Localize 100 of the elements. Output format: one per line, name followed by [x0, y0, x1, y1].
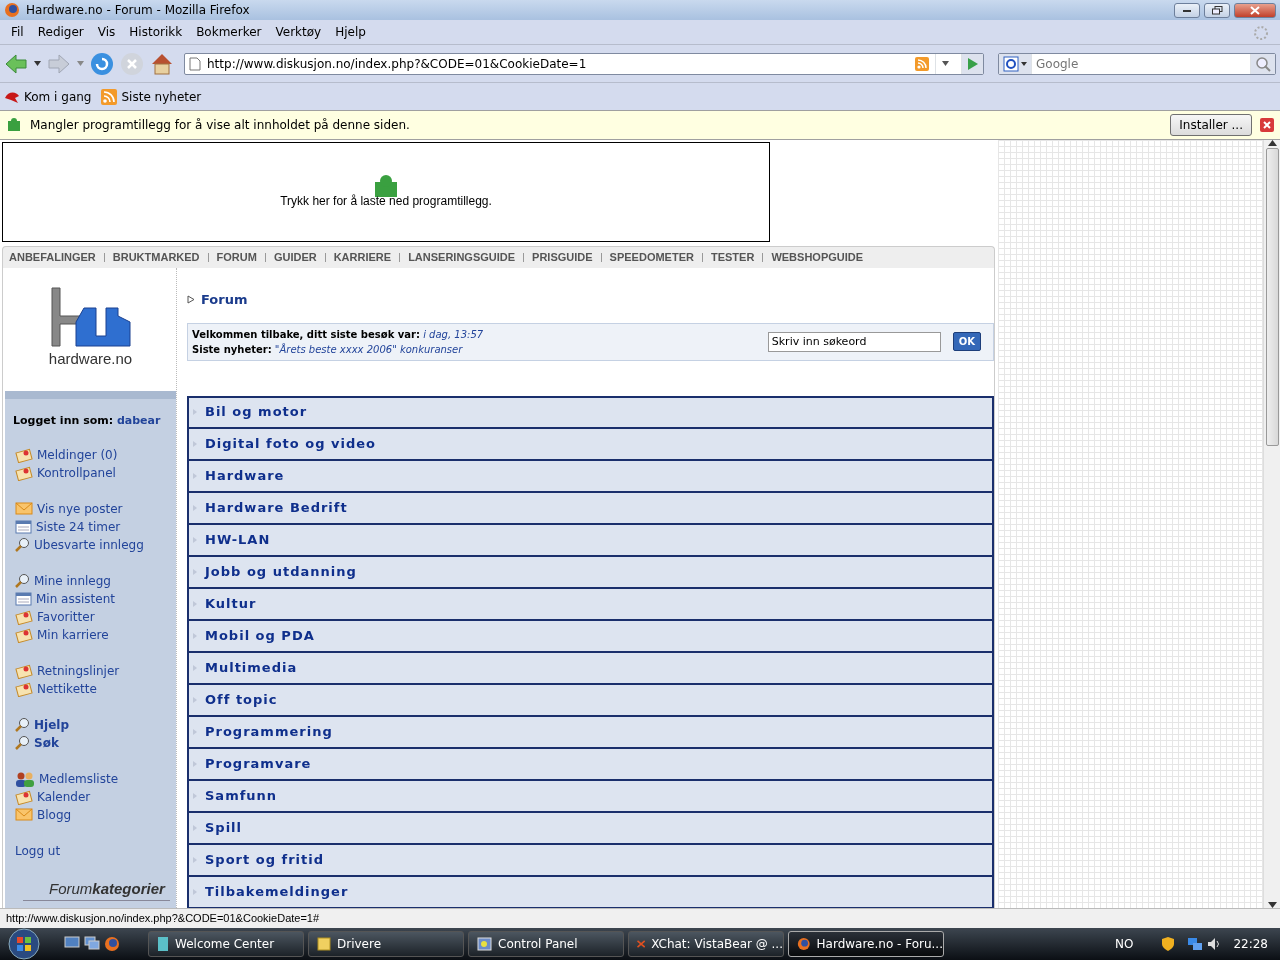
- taskbar-button[interactable]: Hardware.no - Foru...: [788, 931, 944, 957]
- sidebar-link[interactable]: Blogg: [37, 805, 72, 824]
- close-button[interactable]: [1234, 2, 1276, 18]
- bookmark-link[interactable]: Siste nyheter: [121, 87, 202, 106]
- category-row[interactable]: Jobb og utdanning: [187, 556, 994, 589]
- sidebar-link[interactable]: Hjelp: [34, 715, 69, 734]
- nav-link[interactable]: KARRIERE: [333, 249, 392, 266]
- reload-icon[interactable]: [90, 51, 114, 76]
- switch-windows-icon[interactable]: [84, 936, 100, 950]
- sidebar-link[interactable]: Søk: [34, 733, 59, 752]
- category-row[interactable]: Off topic: [187, 684, 994, 717]
- shield-icon[interactable]: [1161, 936, 1176, 952]
- dropdown-icon[interactable]: [34, 61, 41, 66]
- category-title[interactable]: Bil og motor: [205, 402, 308, 422]
- plugin-placeholder[interactable]: Trykk her for å laste ned programtillegg.: [2, 142, 770, 242]
- category-row[interactable]: Hardware Bedrift: [187, 492, 994, 525]
- sidebar-link[interactable]: Mine innlegg: [34, 571, 111, 590]
- nav-link[interactable]: ANBEFALINGER: [9, 249, 96, 266]
- ok-button[interactable]: OK: [952, 332, 981, 351]
- sidebar-link[interactable]: Kalender: [37, 787, 91, 806]
- menu-item[interactable]: Fil: [4, 23, 31, 41]
- category-row[interactable]: Samfunn: [187, 780, 994, 813]
- category-row[interactable]: Programmering: [187, 716, 994, 749]
- keyword-field[interactable]: Skriv inn søkeord: [767, 331, 941, 352]
- category-title[interactable]: Sport og fritid: [205, 849, 324, 870]
- nav-link[interactable]: PRISGUIDE: [532, 249, 593, 266]
- category-title[interactable]: Hardware Bedrift: [205, 497, 348, 518]
- back-icon[interactable]: [4, 52, 28, 75]
- category-row[interactable]: Mobil og PDA: [187, 620, 994, 653]
- menu-item[interactable]: Vis: [90, 23, 123, 41]
- sidebar-link[interactable]: Min karriere: [37, 625, 109, 644]
- taskbar-button[interactable]: Welcome Center: [148, 931, 304, 957]
- category-title[interactable]: Programmering: [205, 721, 333, 742]
- category-row[interactable]: Multimedia: [187, 652, 994, 685]
- news-label: Siste nyheter:: [192, 343, 272, 355]
- breadcrumb-link[interactable]: Forum: [201, 290, 248, 310]
- username-link[interactable]: dabear: [116, 414, 161, 427]
- sidebar-link[interactable]: Ubesvarte innlegg: [34, 535, 144, 554]
- nav-link[interactable]: FORUM: [216, 249, 257, 266]
- address-bar[interactable]: http://www.diskusjon.no/index.php?&CODE=01&CookieDate=1: [184, 52, 984, 75]
- nav-link[interactable]: LANSERINGSGUIDE: [408, 249, 516, 266]
- sidebar-link[interactable]: Min assistent: [36, 589, 115, 608]
- taskbar-button[interactable]: Control Panel: [468, 931, 624, 957]
- category-row[interactable]: Hardware: [187, 460, 994, 493]
- desktop-icon[interactable]: [64, 936, 80, 950]
- scrollbar[interactable]: [1263, 140, 1280, 908]
- network-icon[interactable]: [1187, 937, 1204, 951]
- category-row[interactable]: Bil og motor: [187, 395, 994, 429]
- sidebar-link[interactable]: Logg ut: [15, 841, 61, 860]
- menu-item[interactable]: Bokmerker: [189, 23, 269, 41]
- news-link[interactable]: "Årets beste xxxx 2006" konkuranser: [274, 343, 463, 355]
- category-row[interactable]: Programvare: [187, 748, 994, 781]
- nav-link[interactable]: WEBSHOPGUIDE: [771, 249, 864, 266]
- category-title[interactable]: Spill: [205, 817, 243, 838]
- sidebar-link[interactable]: Medlemsliste: [39, 769, 119, 788]
- category-row[interactable]: Kultur: [187, 588, 994, 621]
- category-row[interactable]: Sport og fritid: [187, 844, 994, 877]
- taskbar-button[interactable]: Drivere: [308, 931, 464, 957]
- sidebar-link[interactable]: Siste 24 timer: [36, 517, 121, 536]
- sidebar-link[interactable]: Kontrollpanel: [37, 463, 116, 482]
- category-title[interactable]: Kultur: [205, 593, 257, 614]
- category-row[interactable]: Tilbakemeldinger: [187, 876, 994, 908]
- volume-icon[interactable]: [1207, 937, 1222, 951]
- menu-item[interactable]: Verktøy: [268, 23, 329, 41]
- restore-button[interactable]: [1204, 2, 1230, 18]
- category-row[interactable]: Spill: [187, 812, 994, 845]
- taskbar-button[interactable]: XChat: VistaBear @ ...: [628, 931, 784, 957]
- minimize-button[interactable]: [1174, 2, 1200, 18]
- category-title[interactable]: Hardware: [205, 465, 285, 486]
- sidebar-link[interactable]: Retningslinjer: [37, 661, 120, 680]
- category-title[interactable]: HW-LAN: [205, 529, 271, 550]
- category-title[interactable]: Programvare: [205, 753, 312, 774]
- menu-item[interactable]: Hjelp: [328, 23, 373, 41]
- bookmark-link[interactable]: Kom i gang: [24, 87, 92, 106]
- category-title[interactable]: Off topic: [205, 689, 278, 710]
- nav-link[interactable]: SPEEDOMETER: [609, 249, 694, 266]
- close-icon[interactable]: [1260, 118, 1274, 132]
- sidebar-link[interactable]: Nettikette: [37, 679, 97, 698]
- install-button[interactable]: Installer ...: [1170, 114, 1252, 136]
- category-title[interactable]: Multimedia: [205, 657, 298, 678]
- sidebar-link[interactable]: Favoritter: [37, 607, 95, 626]
- category-title[interactable]: Tilbakemeldinger: [205, 881, 349, 902]
- home-icon[interactable]: [150, 51, 174, 76]
- search-field[interactable]: Google: [998, 52, 1276, 75]
- nav-link[interactable]: GUIDER: [273, 249, 317, 266]
- category-title[interactable]: Digital foto og video: [205, 433, 376, 454]
- sidebar-link[interactable]: Meldinger (0): [37, 445, 118, 464]
- menu-item[interactable]: Historikk: [122, 23, 190, 41]
- category-row[interactable]: Digital foto og video: [187, 428, 994, 461]
- category-title[interactable]: Mobil og PDA: [205, 625, 315, 646]
- sidebar-link[interactable]: Vis nye poster: [37, 499, 123, 518]
- nav-link[interactable]: BRUKTMARKED: [112, 249, 200, 266]
- category-title[interactable]: Jobb og utdanning: [205, 561, 357, 582]
- menu-item[interactable]: Rediger: [30, 23, 91, 41]
- firefox-icon[interactable]: [104, 936, 120, 952]
- language-indicator[interactable]: NO: [1115, 935, 1134, 953]
- category-title[interactable]: Samfunn: [205, 785, 278, 806]
- category-row[interactable]: HW-LAN: [187, 524, 994, 557]
- go-button[interactable]: [961, 53, 983, 74]
- nav-link[interactable]: TESTER: [710, 249, 755, 266]
